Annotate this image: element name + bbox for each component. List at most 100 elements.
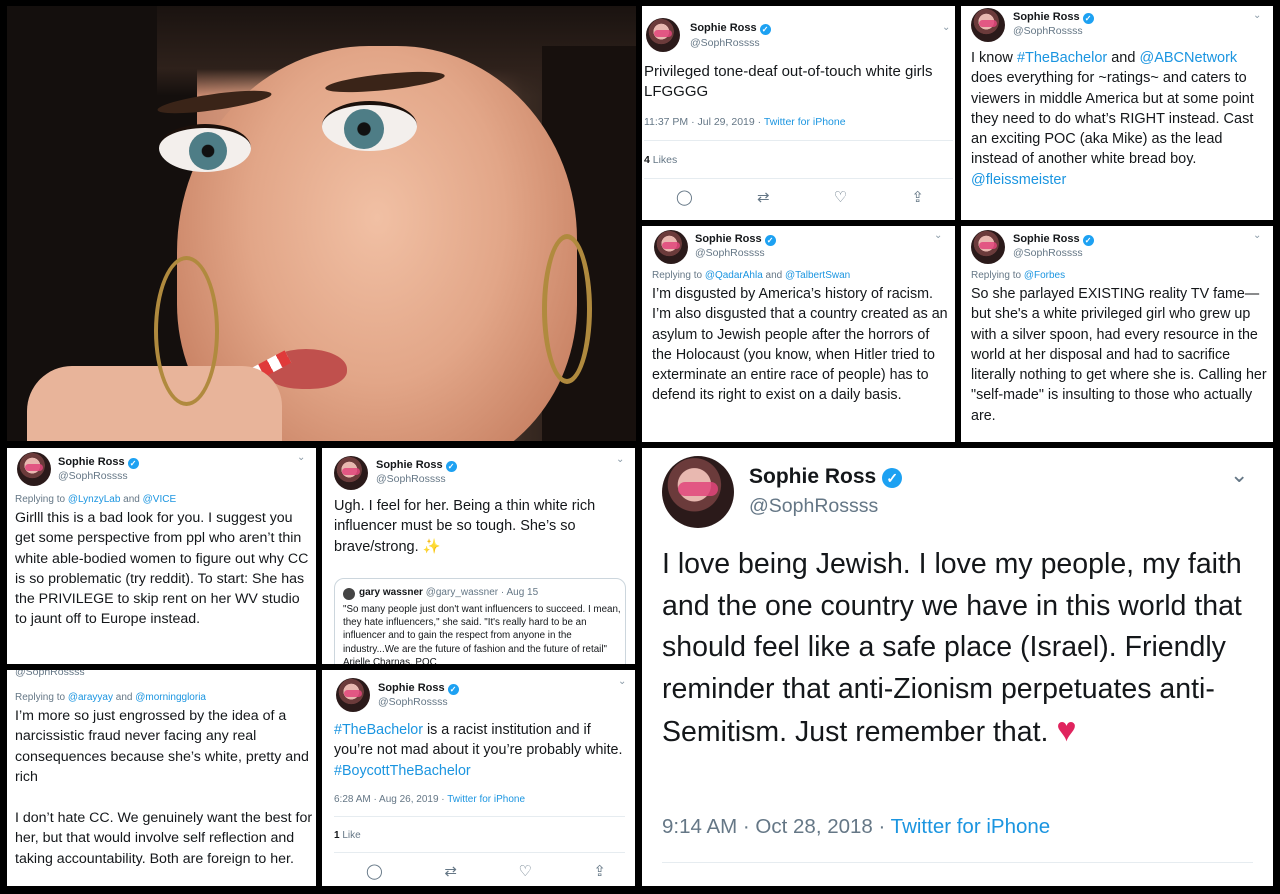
tweet-timestamp: 9:14 AM · Oct 28, 2018 · Twitter for iPh… (662, 815, 1051, 838)
tweet-card: Sophie Ross ✓ @SophRossss ⌄ Replying to @… (642, 226, 955, 442)
author-handle: @SophRossss (1013, 25, 1083, 37)
chevron-down-icon[interactable]: ⌄ (1230, 462, 1248, 488)
mention-link[interactable]: @morninggloria (135, 692, 206, 703)
author-handle: @SophRossss (15, 670, 85, 678)
reply-context: Replying to @arayyay and @morninggloria (15, 692, 206, 703)
quote-avatar (343, 588, 355, 600)
tweet-text: Girlll this is a bad look for you. I sug… (15, 510, 309, 628)
avatar (17, 452, 51, 486)
reply-context: Replying to @LynzyLab and @VICE (15, 494, 177, 505)
avatar (971, 230, 1005, 264)
avatar (334, 456, 368, 490)
author-handle: @SophRossss (376, 473, 446, 485)
quote-header: gary wassner @gary_wassner · Aug 15 (359, 587, 539, 598)
hashtag-link[interactable]: #TheBachelor (334, 722, 423, 738)
profile-photo (7, 6, 636, 441)
verified-badge-icon: ✓ (1082, 13, 1094, 24)
tweet-card: Sophie Ross ✓ @SophRossss ⌄ Ugh. I feel f… (322, 448, 635, 664)
chevron-down-icon[interactable]: ⌄ (618, 676, 626, 687)
author-name: Sophie Ross ✓ (1013, 11, 1094, 24)
tweet-source[interactable]: Twitter for iPhone (447, 794, 525, 805)
earring-right (542, 234, 592, 384)
tweet-source[interactable]: Twitter for iPhone (891, 815, 1051, 838)
tweet-text: I’m disgusted by America’s history of ra… (652, 286, 948, 404)
tweet-card: Sophie Ross ✓ @SophRossss ⌄ Replying to @… (961, 226, 1273, 442)
reply-icon[interactable]: ◯ (366, 862, 383, 880)
like-count[interactable]: 4 Likes (644, 154, 677, 166)
chevron-down-icon[interactable]: ⌄ (297, 452, 305, 463)
hashtag-link[interactable]: #TheBachelor (1017, 50, 1107, 66)
tweet-text: I know #TheBachelor and @ABCNetwork does… (971, 50, 1254, 188)
like-icon[interactable]: ♡ (518, 862, 531, 880)
tweet-text: Ugh. I feel for her. Being a thin white … (334, 498, 596, 555)
tweet-text: I love being Jewish. I love my people, m… (662, 548, 1242, 749)
chevron-down-icon[interactable]: ⌄ (1253, 230, 1261, 241)
avatar (971, 8, 1005, 42)
mention-link[interactable]: @ABCNetwork (1139, 50, 1237, 66)
eye-right (322, 101, 417, 151)
mention-link[interactable]: @fleissmeister (971, 172, 1066, 188)
hand (27, 366, 282, 441)
author-name: Sophie Ross ✓ (695, 233, 776, 246)
tweet-text: #TheBachelor is a racist institution and… (334, 722, 623, 779)
chevron-down-icon[interactable]: ⌄ (616, 454, 624, 465)
tweet-text: I’m more so just engrossed by the idea o… (15, 708, 309, 785)
tweet-actions: ◯ ⇄ ♡ ⇪ (366, 862, 606, 880)
verified-badge-icon: ✓ (882, 468, 903, 488)
author-handle: @SophRossss (749, 495, 879, 517)
share-icon[interactable]: ⇪ (593, 862, 606, 880)
quote-text: "So many people just don't want influenc… (343, 604, 621, 664)
author-handle: @SophRossss (58, 470, 128, 482)
author-handle: @SophRossss (690, 37, 760, 49)
author-name: Sophie Ross ✓ (378, 682, 459, 695)
tweet-source[interactable]: Twitter for iPhone (764, 116, 846, 128)
tweet-text: Privileged tone-deaf out-of-touch white … (644, 63, 933, 101)
author-handle: @SophRossss (695, 247, 765, 259)
verified-badge-icon: ✓ (759, 24, 771, 35)
mention-link[interactable]: @arayyay (68, 692, 113, 703)
verified-badge-icon: ✓ (1082, 235, 1094, 246)
tweet-card: Sophie Ross ✓ @SophRossss ⌄ Privileged to… (642, 6, 955, 220)
verified-badge-icon: ✓ (764, 235, 776, 246)
author-handle: @SophRossss (1013, 247, 1083, 259)
earring-left (154, 256, 219, 406)
mention-link[interactable]: @LynzyLab (68, 494, 121, 505)
mention-link[interactable]: @TalbertSwan (785, 270, 850, 281)
reply-context: Replying to @QadarAhla and @TalbertSwan (652, 270, 851, 281)
tweet-card: Sophie Ross ✓ @SophRossss ⌄ I know #TheBa… (961, 6, 1273, 220)
reply-context: Replying to @Forbes (971, 270, 1066, 281)
mention-link[interactable]: @VICE (143, 494, 177, 505)
like-icon[interactable]: ♡ (834, 188, 847, 206)
heart-emoji-icon: ♥ (1056, 711, 1077, 749)
mention-link[interactable]: @QadarAhla (705, 270, 763, 281)
like-count[interactable]: 1 Like (334, 830, 361, 841)
tweet-timestamp: 6:28 AM · Aug 26, 2019 · Twitter for iPh… (334, 794, 526, 805)
chevron-down-icon[interactable]: ⌄ (934, 230, 942, 241)
retweet-icon[interactable]: ⇄ (444, 862, 457, 880)
verified-badge-icon: ✓ (447, 684, 459, 695)
tweet-card: @SophRossss Replying to @arayyay and @mo… (7, 670, 316, 886)
tweet-actions: ◯ ⇄ ♡ ⇪ (676, 188, 924, 206)
verified-badge-icon: ✓ (445, 461, 457, 472)
hashtag-link[interactable]: #BoycottTheBachelor (334, 763, 471, 779)
verified-badge-icon: ✓ (127, 458, 139, 469)
avatar (336, 678, 370, 712)
mention-link[interactable]: @Forbes (1024, 270, 1065, 281)
author-name: Sophie Ross ✓ (58, 456, 139, 469)
tweet-text-paragraph-2: I don’t hate CC. We genuinely want the b… (15, 810, 313, 867)
avatar (654, 230, 688, 264)
quoted-tweet[interactable]: gary wassner @gary_wassner · Aug 15 "So … (334, 578, 626, 664)
reply-icon[interactable]: ◯ (676, 188, 693, 206)
tweet-text: So she parlayed EXISTING reality TV fame… (971, 286, 1267, 424)
author-name: Sophie Ross ✓ (749, 465, 903, 489)
tweet-timestamp: 11:37 PM · Jul 29, 2019 · Twitter for iP… (644, 116, 846, 128)
retweet-icon[interactable]: ⇄ (757, 188, 770, 206)
chevron-down-icon[interactable]: ⌄ (942, 22, 950, 33)
tweet-card: Sophie Ross ✓ @SophRossss ⌄ Replying to @… (7, 448, 316, 664)
author-name: Sophie Ross ✓ (376, 459, 457, 472)
author-handle: @SophRossss (378, 696, 448, 708)
share-icon[interactable]: ⇪ (911, 188, 924, 206)
chevron-down-icon[interactable]: ⌄ (1253, 10, 1261, 21)
eye-left (159, 124, 251, 172)
avatar (662, 456, 734, 528)
